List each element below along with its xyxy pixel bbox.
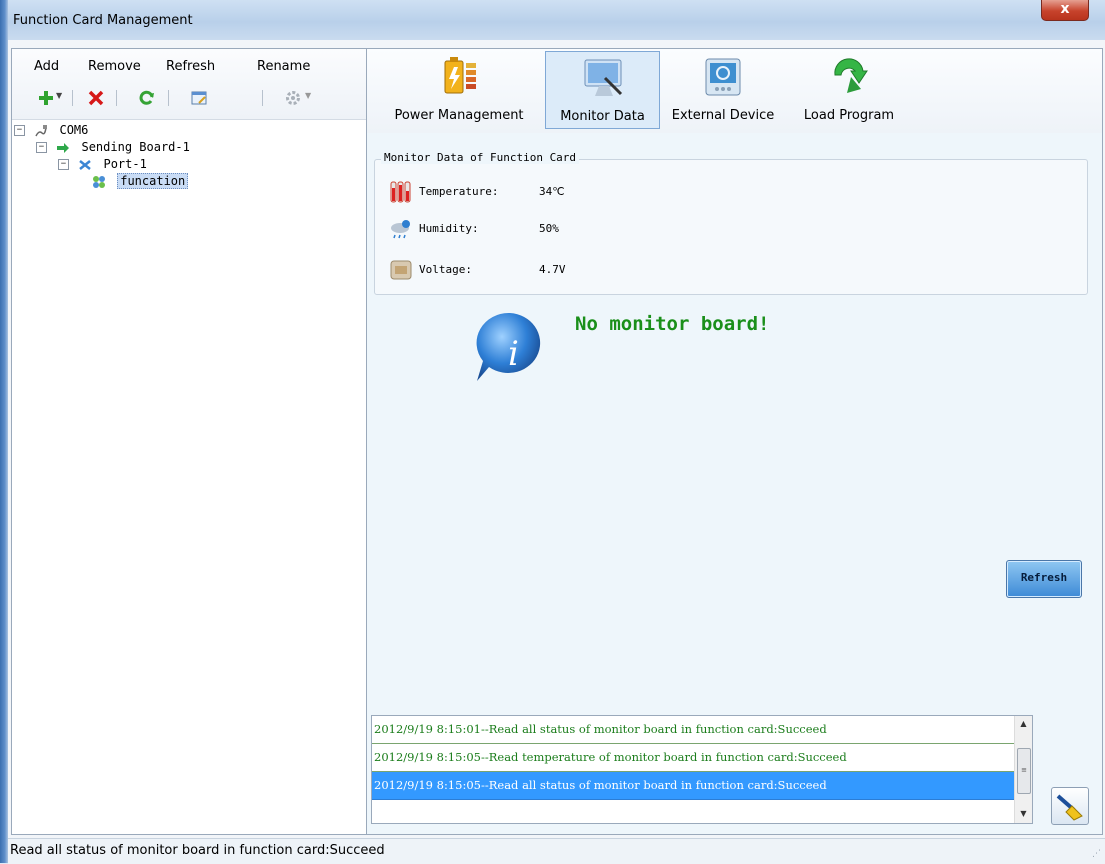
remove-menu[interactable]: Remove xyxy=(88,59,141,74)
tab-load-program[interactable]: Load Program xyxy=(789,51,909,127)
tree-toolbar: Add Remove Refresh Rename ▼ ▼ xyxy=(12,49,366,120)
scroll-up-icon[interactable]: ▲ xyxy=(1015,716,1032,732)
tab-label: Monitor Data xyxy=(560,109,645,124)
log-entry-selected[interactable]: 2012/9/19 8:15:05--Read all status of mo… xyxy=(372,772,1019,800)
tree-node-com[interactable]: − COM6 xyxy=(14,122,88,139)
refresh-button[interactable]: Refresh xyxy=(1006,560,1082,598)
device-tree-panel: Add Remove Refresh Rename ▼ ▼ − COM6 − S… xyxy=(11,48,367,835)
function-panel: Power Management Monitor Data External D… xyxy=(366,48,1103,835)
serial-port-icon xyxy=(35,124,48,136)
log-scrollbar[interactable]: ▲ ≡ ▼ xyxy=(1014,716,1032,823)
add-icon[interactable] xyxy=(37,89,55,107)
clear-log-button[interactable] xyxy=(1051,787,1089,825)
status-text: Read all status of monitor board in func… xyxy=(10,843,385,858)
log-entry[interactable]: 2012/9/19 8:15:05--Read temperature of m… xyxy=(372,744,1019,772)
temperature-label: Temperature: xyxy=(419,185,499,198)
function-card-icon xyxy=(93,175,105,188)
info-icon: i xyxy=(476,312,541,381)
tree-label-sending-board: Sending Board-1 xyxy=(81,140,190,154)
tree-node-sending-board[interactable]: − Sending Board-1 xyxy=(36,139,190,156)
toolbar-separator xyxy=(262,90,263,106)
external-device-icon xyxy=(705,58,741,96)
monitor-icon xyxy=(584,59,622,96)
voltage-label: Voltage: xyxy=(419,263,472,276)
client-area: Add Remove Refresh Rename ▼ ▼ − COM6 − S… xyxy=(8,40,1105,838)
temperature-value: 34℃ xyxy=(539,185,565,198)
window-title: Function Card Management xyxy=(13,13,193,28)
tab-monitor-data[interactable]: Monitor Data xyxy=(545,51,660,129)
settings-icon[interactable] xyxy=(284,89,302,107)
no-monitor-text: No monitor board! xyxy=(575,313,770,335)
collapse-icon[interactable]: − xyxy=(36,142,47,153)
log-entry[interactable]: 2012/9/19 8:15:01--Read all status of mo… xyxy=(372,716,1019,744)
thermometer-icon xyxy=(390,181,411,203)
tab-power-management[interactable]: Power Management xyxy=(375,51,543,127)
add-menu[interactable]: Add xyxy=(34,59,59,74)
humidity-icon xyxy=(391,220,410,239)
broom-icon xyxy=(1056,794,1083,821)
arrow-right-icon xyxy=(57,142,70,153)
status-bar: Read all status of monitor board in func… xyxy=(8,838,1105,864)
tree-label-card: funcation xyxy=(117,173,189,189)
collapse-icon[interactable]: − xyxy=(14,125,25,136)
toolbar-separator xyxy=(116,90,117,106)
tree-node-port[interactable]: − Port-1 xyxy=(58,156,147,173)
title-bar[interactable]: Function Card Management x xyxy=(8,0,1105,40)
scroll-thumb[interactable]: ≡ xyxy=(1017,748,1031,794)
toolbar-separator xyxy=(72,90,73,106)
tab-label: Power Management xyxy=(394,108,524,123)
chevron-down-icon[interactable]: ▼ xyxy=(305,91,311,100)
rename-icon[interactable] xyxy=(190,89,208,107)
log-list[interactable]: 2012/9/19 8:15:01--Read all status of mo… xyxy=(371,715,1033,824)
tab-external-device[interactable]: External Device xyxy=(660,51,786,127)
scroll-down-icon[interactable]: ▼ xyxy=(1015,806,1032,822)
resize-grip-icon[interactable]: ⋰ xyxy=(1092,849,1101,859)
load-program-icon xyxy=(834,58,868,93)
battery-icon xyxy=(444,57,476,94)
collapse-icon[interactable]: − xyxy=(58,159,69,170)
window-frame-edge xyxy=(0,0,8,863)
tree-label-com: COM6 xyxy=(59,123,89,137)
voltage-icon xyxy=(390,260,412,280)
humidity-label: Humidity: xyxy=(419,222,479,235)
voltage-value: 4.7V xyxy=(539,263,566,276)
close-button[interactable]: x xyxy=(1041,0,1089,21)
toolbar-separator xyxy=(168,90,169,106)
chevron-down-icon[interactable]: ▼ xyxy=(56,91,62,100)
port-icon xyxy=(79,159,92,170)
tree-node-card[interactable]: funcation xyxy=(92,173,189,190)
svg-text:i: i xyxy=(508,334,519,374)
group-title: Monitor Data of Function Card xyxy=(381,151,580,164)
refresh-menu[interactable]: Refresh xyxy=(166,59,215,74)
no-monitor-notice: i No monitor board! xyxy=(467,305,907,395)
refresh-icon[interactable] xyxy=(138,89,156,107)
tab-label: Load Program xyxy=(803,108,895,123)
monitor-data-group: Monitor Data of Function Card Temperatur… xyxy=(374,151,1088,295)
delete-icon[interactable] xyxy=(87,89,105,107)
tree-label-port: Port-1 xyxy=(103,157,147,171)
humidity-value: 50% xyxy=(539,222,559,235)
function-tabs: Power Management Monitor Data External D… xyxy=(367,49,1102,133)
tab-label: External Device xyxy=(671,108,775,123)
rename-menu[interactable]: Rename xyxy=(257,59,310,74)
